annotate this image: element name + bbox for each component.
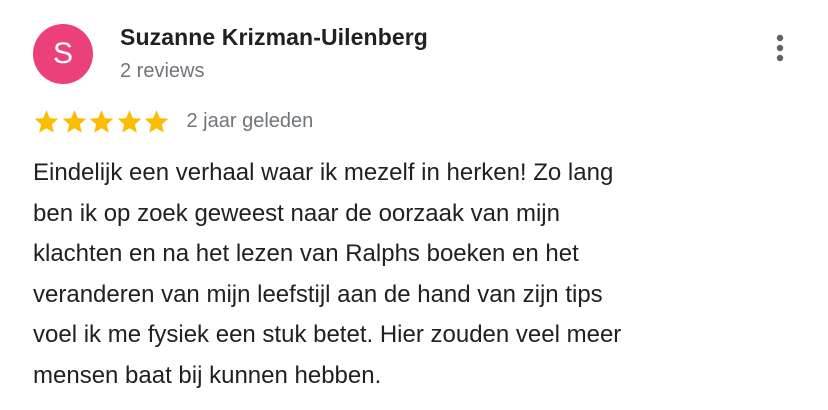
- more-vert-icon: [776, 34, 784, 62]
- author-name[interactable]: Suzanne Krizman-Uilenberg: [120, 24, 428, 51]
- review-card: S Suzanne Krizman-Uilenberg 2 reviews 2 …: [0, 0, 828, 410]
- star-icon: [34, 109, 59, 133]
- avatar[interactable]: S: [33, 24, 93, 84]
- star-icon: [144, 109, 169, 133]
- star-rating: [33, 108, 171, 135]
- star-icon: [62, 109, 86, 133]
- review-date: 2 jaar geleden: [186, 109, 314, 132]
- rating-row: 2 jaar geleden: [33, 106, 313, 136]
- author-review-count: 2 reviews: [120, 60, 205, 82]
- star-icon: [117, 109, 141, 133]
- star-icon: [89, 109, 114, 133]
- review-text: Eindelijk een verhaal waar ik mezelf in …: [33, 159, 622, 389]
- more-options-button[interactable]: [762, 30, 798, 66]
